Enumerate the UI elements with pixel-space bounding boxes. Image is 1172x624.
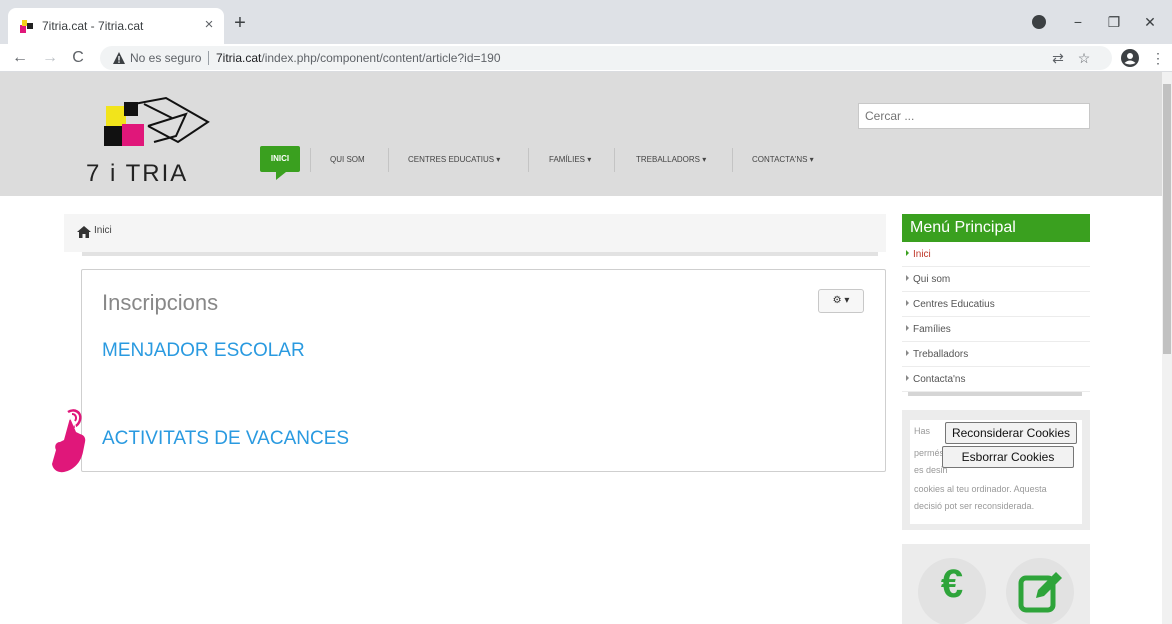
article-title: Inscripcions bbox=[102, 290, 219, 315]
euro-icon: € bbox=[940, 562, 964, 606]
tab-close-icon[interactable]: × bbox=[200, 16, 218, 34]
nav-item-qui-som[interactable]: QUI SOM bbox=[330, 146, 365, 174]
nav-item-inici[interactable]: INICI bbox=[260, 146, 300, 172]
breadcrumb-shadow bbox=[82, 252, 878, 256]
delete-cookies-button[interactable]: Esborrar Cookies bbox=[942, 446, 1074, 468]
cookie-module: Has permés que es desin cookies al teu o… bbox=[902, 410, 1090, 530]
menu-item-qui-som[interactable]: Qui som bbox=[902, 267, 1090, 292]
menu-item-treballadors[interactable]: Treballadors bbox=[902, 342, 1090, 367]
close-window-button[interactable]: ✕ bbox=[1140, 12, 1160, 32]
translate-icon[interactable]: ⇄ bbox=[1048, 48, 1068, 68]
forward-button[interactable]: → bbox=[40, 48, 60, 68]
nav-item-treballadors[interactable]: TREBALLADORS ▾ bbox=[636, 146, 706, 174]
nav-active-pointer bbox=[276, 172, 286, 180]
bullet-icon bbox=[906, 375, 909, 381]
restore-button[interactable]: ❐ bbox=[1104, 12, 1124, 32]
browser-toolbar: ← → C No es seguro 7itria.cat/index.php/… bbox=[0, 44, 1172, 72]
account-icon[interactable] bbox=[1120, 48, 1140, 68]
menu-item-label: Qui som bbox=[913, 274, 951, 285]
menu-item-label: Treballadors bbox=[913, 349, 969, 360]
site-favicon-icon bbox=[20, 20, 33, 33]
new-tab-button[interactable]: + bbox=[230, 13, 250, 34]
bookmark-star-icon[interactable]: ☆ bbox=[1074, 48, 1094, 68]
icon-links-module: € bbox=[902, 544, 1090, 624]
reload-button[interactable]: C bbox=[68, 48, 88, 68]
article-panel: Inscripcions ⚙ ▾ MENJADOR ESCOLAR ACTIVI… bbox=[81, 269, 886, 472]
nav-item-centres-educatius[interactable]: CENTRES EDUCATIUS ▾ bbox=[408, 146, 500, 174]
main-menu-list: Inici Qui som Centres Educatius Famílies… bbox=[902, 242, 1090, 394]
scrollbar-thumb[interactable] bbox=[1163, 84, 1171, 354]
reconsider-cookies-button[interactable]: Reconsiderar Cookies bbox=[945, 422, 1077, 444]
page-scrollbar[interactable] bbox=[1162, 72, 1172, 624]
bullet-icon bbox=[906, 350, 909, 356]
page-viewport: 7 i TRIA INICI QUI SOM CENTRES EDUCATIUS… bbox=[0, 72, 1162, 624]
address-bar[interactable]: No es seguro 7itria.cat/index.php/compon… bbox=[100, 46, 1112, 70]
menu-item-label: Inici bbox=[913, 249, 931, 260]
url-path: /index.php/component/content/article?id=… bbox=[261, 51, 501, 65]
menu-item-label: Famílies bbox=[913, 324, 951, 335]
activitats-vacances-link[interactable]: ACTIVITATS DE VACANCES bbox=[102, 428, 349, 450]
url-text: 7itria.cat/index.php/component/content/a… bbox=[216, 51, 501, 65]
cookie-text-line: decisió pot ser reconsiderada. bbox=[914, 501, 1035, 511]
not-secure-label: No es seguro bbox=[130, 51, 202, 65]
cookie-text-line: cookies al teu ordinador. Aquesta bbox=[914, 484, 1047, 494]
payments-link[interactable]: € bbox=[918, 558, 986, 624]
registration-link[interactable] bbox=[1006, 558, 1074, 624]
article-tools-button[interactable]: ⚙ ▾ bbox=[818, 289, 864, 313]
site-header: 7 i TRIA INICI QUI SOM CENTRES EDUCATIUS… bbox=[0, 72, 1162, 196]
menu-item-label: Contacta'ns bbox=[913, 374, 966, 385]
bullet-icon bbox=[906, 300, 909, 306]
menu-item-centres-educatius[interactable]: Centres Educatius bbox=[902, 292, 1090, 317]
main-menu-title: Menú Principal bbox=[902, 214, 1090, 242]
warning-icon bbox=[113, 52, 125, 64]
menu-item-families[interactable]: Famílies bbox=[902, 317, 1090, 342]
nav-divider bbox=[732, 148, 733, 172]
menu-item-label: Centres Educatius bbox=[913, 299, 995, 310]
nav-divider bbox=[310, 148, 311, 172]
omnibox-separator bbox=[208, 51, 209, 65]
menu-item-contactans[interactable]: Contacta'ns bbox=[902, 367, 1090, 392]
nav-item-families[interactable]: FAMÍLIES ▾ bbox=[549, 146, 591, 174]
nav-item-contactans[interactable]: CONTACTA'NS ▾ bbox=[752, 146, 814, 174]
url-host: 7itria.cat bbox=[216, 51, 262, 65]
home-icon bbox=[77, 226, 91, 238]
nav-divider bbox=[528, 148, 529, 172]
breadcrumb-home-link[interactable]: Inici bbox=[94, 225, 112, 236]
edit-form-icon bbox=[1018, 572, 1062, 613]
menu-divider bbox=[908, 392, 1082, 396]
breadcrumb: Inici bbox=[64, 214, 886, 252]
pointing-hand-icon bbox=[52, 409, 86, 473]
browser-titlebar: 7itria.cat - 7itria.cat × + − ❐ ✕ bbox=[0, 0, 1172, 44]
tab-title: 7itria.cat - 7itria.cat bbox=[42, 19, 144, 33]
search-input[interactable] bbox=[858, 103, 1090, 129]
bullet-icon bbox=[906, 325, 909, 331]
nav-divider bbox=[614, 148, 615, 172]
logo-wordmark: 7 i TRIA bbox=[86, 160, 189, 187]
bullet-icon bbox=[906, 275, 909, 281]
menu-item-inici[interactable]: Inici bbox=[902, 242, 1090, 267]
cookie-panel: Has permés que es desin cookies al teu o… bbox=[910, 420, 1082, 524]
back-button[interactable]: ← bbox=[10, 48, 30, 68]
menjador-escolar-link[interactable]: MENJADOR ESCOLAR bbox=[102, 340, 305, 362]
browser-tab[interactable]: 7itria.cat - 7itria.cat × bbox=[8, 8, 224, 44]
profile-indicator-icon[interactable] bbox=[1032, 15, 1046, 29]
minimize-button[interactable]: − bbox=[1068, 12, 1088, 32]
nav-divider bbox=[388, 148, 389, 172]
browser-menu-icon[interactable]: ⋮ bbox=[1148, 48, 1168, 68]
bullet-icon bbox=[906, 250, 909, 256]
cookie-text-line: Has bbox=[914, 426, 931, 436]
